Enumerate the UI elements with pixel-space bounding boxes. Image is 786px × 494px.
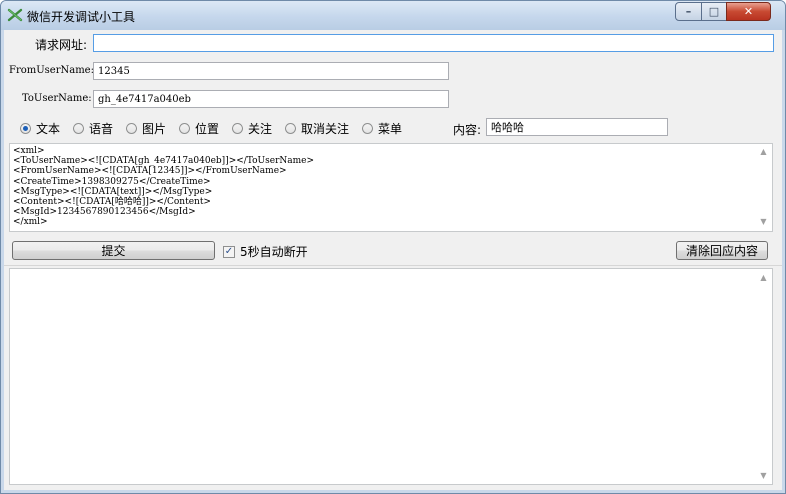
radio-subscribe[interactable]: 关注 [232, 120, 272, 137]
maximize-button[interactable]: □ [701, 2, 727, 21]
radio-label: 图片 [142, 122, 167, 136]
radio-label: 菜单 [378, 122, 403, 136]
close-button[interactable]: ✕ [726, 2, 771, 21]
checkbox-check-icon[interactable]: ✓ [223, 245, 235, 258]
xml-line: <CreateTime>1398309275</CreateTime> [13, 176, 211, 187]
radio-text[interactable]: 文本 [20, 120, 60, 137]
url-input[interactable] [93, 34, 774, 52]
title-bar[interactable]: 微信开发调试小工具 – □ ✕ [1, 1, 785, 30]
xml-line: </xml> [13, 217, 48, 228]
auto-disconnect-label: 5秒自动断开 [240, 245, 308, 259]
window-title: 微信开发调试小工具 [27, 10, 136, 24]
radio-label: 位置 [195, 122, 220, 136]
radio-menu[interactable]: 菜单 [362, 120, 402, 137]
radio-dot[interactable] [179, 123, 190, 134]
from-user-label: FromUserName: [9, 65, 94, 76]
radio-dot[interactable] [285, 123, 296, 134]
xml-line: <FromUserName><![CDATA[12345]]></FromUse… [13, 166, 287, 177]
client-area: 请求网址: FromUserName: ToUserName: 文本 语音 图片 [4, 30, 782, 490]
radio-dot[interactable] [362, 123, 373, 134]
scroll-down-icon[interactable]: ▼ [755, 214, 772, 231]
radio-location[interactable]: 位置 [179, 120, 219, 137]
divider [4, 265, 782, 266]
app-window: 微信开发调试小工具 – □ ✕ 请求网址: FromUserName: ToUs… [0, 0, 786, 494]
radio-image[interactable]: 图片 [126, 120, 166, 137]
radio-dot[interactable] [73, 123, 84, 134]
xml-line: <MsgId>1234567890123456</MsgId> [13, 207, 196, 218]
url-label: 请求网址: [35, 38, 88, 52]
response-textarea[interactable]: ▲ ▼ [9, 268, 773, 485]
xml-line: <Content><![CDATA[哈哈哈]]></Content> [13, 197, 211, 208]
radio-label: 关注 [248, 122, 273, 136]
response-scrollbar[interactable]: ▲ ▼ [755, 269, 772, 484]
auto-disconnect-checkbox[interactable]: ✓ 5秒自动断开 [223, 243, 308, 260]
submit-button[interactable]: 提交 [12, 241, 215, 260]
app-icon [7, 8, 23, 22]
xml-line: <ToUserName><![CDATA[gh_4e7417a040eb]]><… [13, 156, 315, 167]
radio-label: 取消关注 [301, 122, 350, 136]
content-input[interactable] [486, 118, 668, 136]
radio-unsubscribe[interactable]: 取消关注 [285, 120, 349, 137]
scroll-up-icon[interactable]: ▲ [755, 144, 772, 161]
clear-response-button[interactable]: 清除回应内容 [676, 241, 768, 260]
scroll-up-icon[interactable]: ▲ [755, 269, 772, 286]
minimize-button[interactable]: – [675, 2, 702, 21]
radio-voice[interactable]: 语音 [73, 120, 113, 137]
xml-line: <MsgType><![CDATA[text]]></MsgType> [13, 186, 213, 197]
from-user-input[interactable] [93, 62, 449, 80]
radio-label: 文本 [36, 122, 61, 136]
scroll-down-icon[interactable]: ▼ [755, 467, 772, 484]
radio-dot[interactable] [232, 123, 243, 134]
radio-dot[interactable] [20, 123, 31, 134]
to-user-label: ToUserName: [22, 93, 92, 104]
request-xml-textarea[interactable]: <xml> <ToUserName><![CDATA[gh_4e7417a040… [9, 143, 773, 232]
xml-line: <xml> [13, 146, 45, 156]
radio-dot[interactable] [126, 123, 137, 134]
to-user-input[interactable] [93, 90, 449, 108]
radio-label: 语音 [89, 122, 114, 136]
content-label: 内容: [453, 123, 482, 137]
request-scrollbar[interactable]: ▲ ▼ [755, 144, 772, 231]
